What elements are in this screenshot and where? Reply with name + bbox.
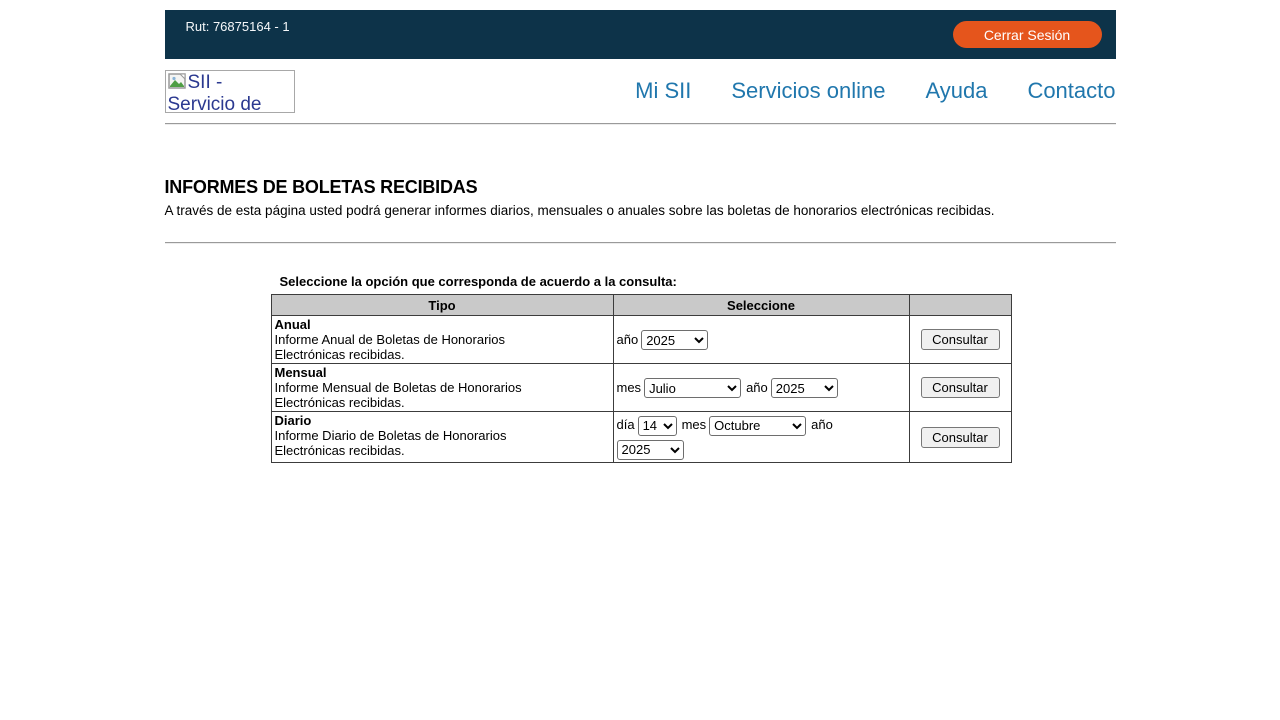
anual-year-label: año — [617, 332, 639, 347]
sii-logo-link[interactable]: SII - Servicio de — [165, 70, 295, 113]
row-type-diario: Diario — [275, 413, 610, 428]
diario-year-label: año — [811, 417, 833, 432]
table-header-row: Tipo Seleccione — [271, 295, 1011, 316]
header-tipo: Tipo — [271, 295, 613, 316]
row-type-anual: Anual — [275, 317, 610, 332]
diario-month-select[interactable]: Octubre — [709, 416, 806, 436]
broken-image-icon — [168, 73, 187, 90]
consultar-diario-button[interactable]: Consultar — [921, 427, 1000, 448]
mensual-month-select[interactable]: Julio — [644, 378, 741, 398]
anual-year-select[interactable]: 2025 — [641, 330, 708, 350]
site-header: SII - Servicio de Mi SII Servicios onlin… — [165, 59, 1116, 123]
mensual-year-select[interactable]: 2025 — [771, 378, 838, 398]
page-container: Rut: 76875164 - 1 Cerrar Sesión SII - Se… — [165, 10, 1116, 463]
consultar-anual-button[interactable]: Consultar — [921, 329, 1000, 350]
row-type-mensual: Mensual — [275, 365, 610, 380]
diario-month-label: mes — [682, 417, 707, 432]
row-desc-mensual: Informe Mensual de Boletas de Honorarios… — [275, 380, 547, 410]
report-options-table: Tipo Seleccione Anual Informe Anual de B… — [271, 294, 1012, 463]
table-row-anual: Anual Informe Anual de Boletas de Honora… — [271, 316, 1011, 364]
diario-day-label: día — [617, 417, 635, 432]
header-seleccione: Seleccione — [613, 295, 909, 316]
main-nav: Mi SII Servicios online Ayuda Contacto — [595, 78, 1115, 104]
page-description: A través de esta página usted podrá gene… — [165, 203, 1116, 218]
content-divider — [165, 242, 1116, 244]
mensual-year-label: año — [746, 380, 768, 395]
query-section: Seleccione la opción que corresponda de … — [271, 274, 1116, 463]
header-action — [909, 295, 1011, 316]
table-row-diario: Diario Informe Diario de Boletas de Hono… — [271, 412, 1011, 463]
diario-year-select[interactable]: 2025 — [617, 440, 684, 460]
nav-mi-sii[interactable]: Mi SII — [635, 78, 691, 104]
query-prompt: Seleccione la opción que corresponda de … — [271, 274, 1116, 289]
consultar-mensual-button[interactable]: Consultar — [921, 377, 1000, 398]
mensual-month-label: mes — [617, 380, 642, 395]
intro-section: INFORMES DE BOLETAS RECIBIDAS A través d… — [165, 177, 1116, 218]
rut-label: Rut: 76875164 - 1 — [165, 19, 290, 34]
row-desc-anual: Informe Anual de Boletas de Honorarios E… — [275, 332, 547, 362]
header-divider — [165, 123, 1116, 125]
row-desc-diario: Informe Diario de Boletas de Honorarios … — [275, 428, 547, 458]
logout-button[interactable]: Cerrar Sesión — [953, 21, 1102, 48]
nav-ayuda[interactable]: Ayuda — [925, 78, 987, 104]
session-bar: Rut: 76875164 - 1 Cerrar Sesión — [165, 10, 1116, 59]
table-row-mensual: Mensual Informe Mensual de Boletas de Ho… — [271, 364, 1011, 412]
nav-contacto[interactable]: Contacto — [1027, 78, 1115, 104]
diario-day-select[interactable]: 14 — [638, 416, 677, 436]
nav-servicios-online[interactable]: Servicios online — [731, 78, 885, 104]
page-title: INFORMES DE BOLETAS RECIBIDAS — [165, 177, 1116, 198]
